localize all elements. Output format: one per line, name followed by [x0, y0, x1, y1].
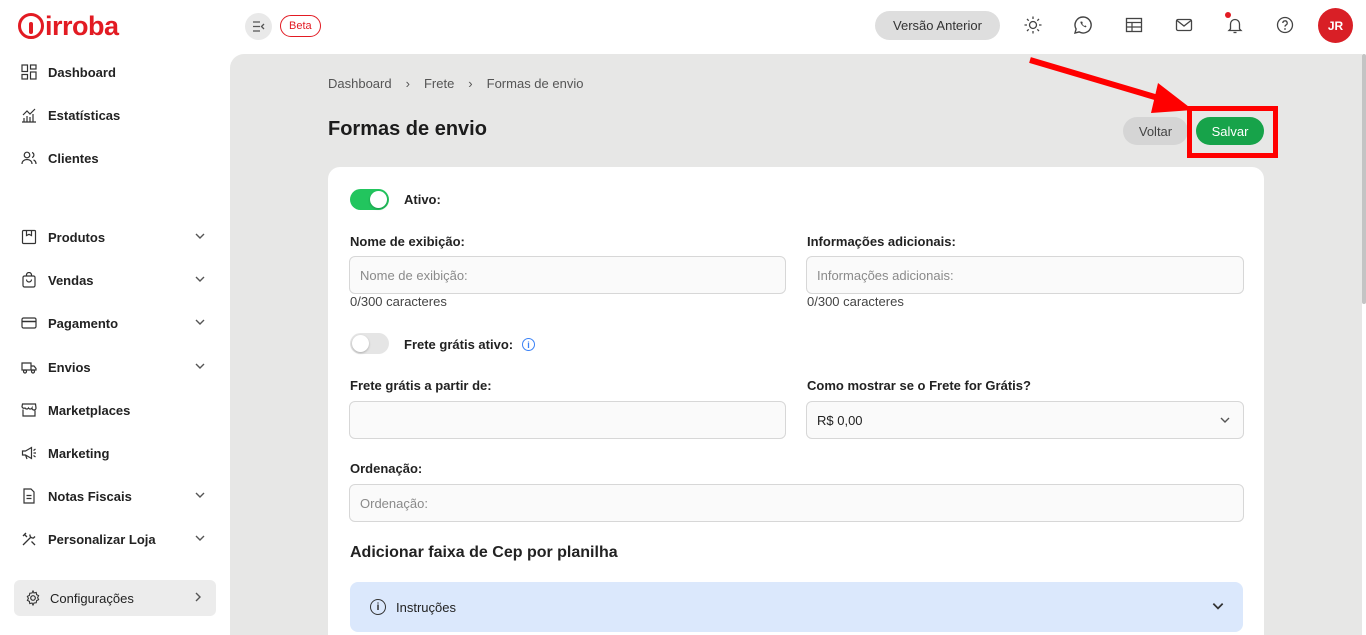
dashboard-icon [20, 63, 38, 81]
toggle-knob [352, 335, 369, 352]
invoice-icon [20, 487, 38, 505]
sidebar-item-configuracoes[interactable]: Configurações [14, 580, 216, 616]
chevron-down-icon [194, 273, 206, 288]
sidebar-item-label: Estatísticas [48, 107, 121, 123]
help-icon[interactable] [1274, 14, 1296, 36]
logo-mark-icon [18, 13, 44, 39]
order-input[interactable]: Ordenação: [349, 484, 1244, 522]
collapse-sidebar-button[interactable] [245, 13, 272, 40]
page-title: Formas de envio [328, 118, 487, 140]
section-title: Adicionar faixa de Cep por planilha [350, 544, 618, 561]
chevron-down-icon [1219, 414, 1231, 429]
additional-info-counter: 0/300 caracteres [807, 294, 904, 309]
whatsapp-icon[interactable] [1072, 14, 1094, 36]
how-show-selected-value: R$ 0,00 [817, 412, 863, 428]
sidebar-item-label: Envios [48, 359, 91, 375]
order-label: Ordenação: [350, 461, 423, 476]
collapse-icon [253, 21, 265, 32]
chevron-down-icon [194, 316, 206, 331]
card-icon [20, 314, 38, 332]
logo-text: irroba [45, 10, 119, 41]
how-show-select[interactable]: R$ 0,00 [806, 401, 1244, 439]
sidebar-item-envios[interactable]: Envios [20, 353, 210, 381]
active-label: Ativo: [404, 192, 441, 207]
toggle-knob [370, 191, 387, 208]
sidebar-item-marketing[interactable]: Marketing [20, 439, 210, 467]
previous-version-button[interactable]: Versão Anterior [875, 11, 1000, 40]
annotation-highlight-box [1187, 106, 1278, 158]
sidebar-item-label: Configurações [50, 590, 134, 606]
sidebar-item-personalizar-loja[interactable]: Personalizar Loja [20, 525, 210, 553]
users-icon [20, 149, 38, 167]
annotation-arrow-icon [1029, 57, 1193, 113]
sun-icon[interactable] [1022, 14, 1044, 36]
breadcrumb-separator-icon: › [405, 76, 410, 91]
beta-badge: Beta [280, 15, 321, 37]
chevron-right-icon [192, 591, 204, 606]
sidebar-item-produtos[interactable]: Produtos [20, 223, 210, 251]
mail-icon[interactable] [1173, 14, 1195, 36]
info-icon: i [370, 599, 386, 615]
breadcrumb-item-dashboard[interactable]: Dashboard [328, 76, 392, 91]
calendar-icon[interactable] [1123, 14, 1145, 36]
breadcrumb-separator-icon: › [468, 76, 473, 91]
sidebar-item-label: Dashboard [48, 64, 116, 80]
chevron-down-icon [194, 489, 206, 504]
sidebar-item-pagamento[interactable]: Pagamento [20, 309, 210, 337]
instructions-label: Instruções [396, 599, 456, 615]
sidebar-item-label: Clientes [48, 150, 99, 166]
free-from-label: Frete grátis a partir de: [350, 378, 492, 393]
top-bar: irroba Beta Versão Anterior JR [0, 0, 1366, 54]
chevron-down-icon [194, 360, 206, 375]
sidebar-item-clientes[interactable]: Clientes [20, 144, 210, 172]
logo[interactable]: irroba [18, 10, 119, 42]
chevron-down-icon [194, 532, 206, 547]
sidebar-item-dashboard[interactable]: Dashboard [20, 58, 210, 86]
sidebar-item-notas-fiscais[interactable]: Notas Fiscais [20, 482, 210, 510]
sidebar-item-label: Notas Fiscais [48, 488, 132, 504]
chevron-down-icon [194, 230, 206, 245]
sidebar-item-label: Personalizar Loja [48, 531, 156, 547]
sidebar: Dashboard Estatísticas Clientes Produtos… [0, 54, 230, 635]
truck-icon [20, 358, 38, 376]
active-toggle[interactable] [350, 189, 389, 210]
sidebar-item-label: Produtos [48, 229, 106, 245]
user-avatar[interactable]: JR [1318, 8, 1353, 43]
display-name-label: Nome de exibição: [350, 234, 465, 249]
sidebar-item-marketplaces[interactable]: Marketplaces [20, 396, 210, 424]
free-from-input[interactable] [349, 401, 786, 439]
how-show-label: Como mostrar se o Frete for Grátis? [807, 378, 1031, 393]
breadcrumb-item-frete[interactable]: Frete [424, 76, 454, 91]
chevron-down-icon [1211, 599, 1225, 616]
box-icon [20, 228, 38, 246]
additional-info-input[interactable]: Informações adicionais: [806, 256, 1244, 294]
gear-icon [24, 589, 42, 607]
display-name-counter: 0/300 caracteres [350, 294, 447, 309]
sidebar-item-vendas[interactable]: Vendas [20, 266, 210, 294]
sidebar-item-label: Vendas [48, 272, 94, 288]
sidebar-item-label: Pagamento [48, 315, 119, 331]
store-icon [20, 401, 38, 419]
chart-icon [20, 106, 38, 124]
sidebar-item-estatisticas[interactable]: Estatísticas [20, 101, 210, 129]
bag-icon [20, 271, 38, 289]
breadcrumb-item-current: Formas de envio [486, 76, 584, 91]
page-scrollbar[interactable] [1362, 54, 1366, 304]
free-shipping-toggle[interactable] [350, 333, 389, 354]
tools-icon [20, 530, 38, 548]
notification-dot [1225, 12, 1231, 18]
sidebar-item-label: Marketplaces [48, 402, 131, 418]
free-shipping-label: Frete grátis ativo: [404, 337, 514, 352]
info-icon[interactable]: i [522, 338, 535, 351]
display-name-input[interactable]: Nome de exibição: [349, 256, 786, 294]
breadcrumb: Dashboard › Frete › Formas de envio [328, 76, 583, 91]
megaphone-icon [20, 444, 38, 462]
instructions-accordion[interactable]: i Instruções [350, 582, 1243, 632]
additional-info-label: Informações adicionais: [807, 234, 956, 249]
sidebar-item-label: Marketing [48, 445, 110, 461]
back-button[interactable]: Voltar [1123, 117, 1188, 145]
